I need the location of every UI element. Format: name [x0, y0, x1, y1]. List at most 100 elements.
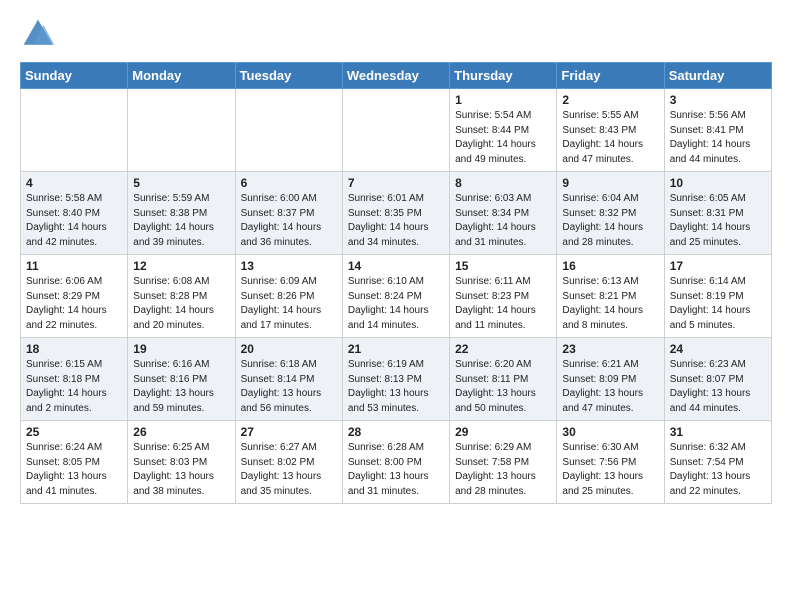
day-number: 21 — [348, 342, 444, 356]
day-info: Sunrise: 6:16 AM Sunset: 8:16 PM Dayligh… — [133, 358, 229, 416]
day-cell: 28Sunrise: 6:28 AM Sunset: 8:00 PM Dayli… — [342, 421, 449, 504]
day-number: 3 — [670, 93, 766, 107]
day-cell: 7 Sunrise: 6:01 AM Sunset: 8:35 PM Daylig… — [342, 172, 449, 255]
day-cell — [128, 89, 235, 172]
day-cell — [21, 89, 128, 172]
day-cell: 31 Sunrise: 6:32 AM Sunset: 7:54 PM Dayli… — [664, 421, 771, 504]
day-info: Sunrise: 5:54 AM Sunset: 8:44 PM Dayligh… — [455, 109, 551, 167]
week-row-3: 11 Sunrise: 6:06 AM Sunset: 8:29 PM Dayli… — [21, 255, 772, 338]
logo-icon — [20, 16, 56, 52]
day-number: 12 — [133, 259, 229, 273]
weekday-wednesday: Wednesday — [342, 63, 449, 89]
day-info: Sunrise: 6:21 AM Sunset: 8:09 PM Dayligh… — [562, 358, 658, 416]
day-cell: 2 Sunrise: 5:55 AM Sunset: 8:43 PM Daylig… — [557, 89, 664, 172]
day-number: 9 — [562, 176, 658, 190]
day-info: Sunrise: 6:14 AM Sunset: 8:19 PM Dayligh… — [670, 275, 766, 333]
day-info: Sunrise: 6:00 AM Sunset: 8:37 PM Dayligh… — [241, 192, 337, 250]
day-number: 24 — [670, 342, 766, 356]
day-cell: 10 Sunrise: 6:05 AM Sunset: 8:31 PM Dayli… — [664, 172, 771, 255]
day-info: Sunrise: 5:58 AM Sunset: 8:40 PM Dayligh… — [26, 192, 122, 250]
weekday-sunday: Sunday — [21, 63, 128, 89]
day-number: 17 — [670, 259, 766, 273]
day-number: 7 — [348, 176, 444, 190]
day-number: 5 — [133, 176, 229, 190]
day-info: Sunrise: 5:55 AM Sunset: 8:43 PM Dayligh… — [562, 109, 658, 167]
day-cell: 27 Sunrise: 6:27 AM Sunset: 8:02 PM Dayli… — [235, 421, 342, 504]
day-number: 26 — [133, 425, 229, 439]
day-number: 8 — [455, 176, 551, 190]
day-cell: 29 Sunrise: 6:29 AM Sunset: 7:58 PM Dayli… — [450, 421, 557, 504]
day-cell: 6 Sunrise: 6:00 AM Sunset: 8:37 PM Daylig… — [235, 172, 342, 255]
day-info: Sunrise: 6:05 AM Sunset: 8:31 PM Dayligh… — [670, 192, 766, 250]
day-number: 31 — [670, 425, 766, 439]
logo — [20, 16, 60, 52]
day-info: Sunrise: 6:11 AM Sunset: 8:23 PM Dayligh… — [455, 275, 551, 333]
week-row-1: 1 Sunrise: 5:54 AM Sunset: 8:44 PM Daylig… — [21, 89, 772, 172]
day-info: Sunrise: 6:03 AM Sunset: 8:34 PM Dayligh… — [455, 192, 551, 250]
day-cell: 24Sunrise: 6:23 AM Sunset: 8:07 PM Dayli… — [664, 338, 771, 421]
day-cell: 23 Sunrise: 6:21 AM Sunset: 8:09 PM Dayli… — [557, 338, 664, 421]
day-cell: 20 Sunrise: 6:18 AM Sunset: 8:14 PM Dayli… — [235, 338, 342, 421]
day-number: 15 — [455, 259, 551, 273]
day-cell: 13 Sunrise: 6:09 AM Sunset: 8:26 PM Dayli… — [235, 255, 342, 338]
day-info: Sunrise: 6:27 AM Sunset: 8:02 PM Dayligh… — [241, 441, 337, 499]
day-cell — [235, 89, 342, 172]
day-cell: 18 Sunrise: 6:15 AM Sunset: 8:18 PM Dayli… — [21, 338, 128, 421]
day-info: Sunrise: 6:01 AM Sunset: 8:35 PM Dayligh… — [348, 192, 444, 250]
day-number: 20 — [241, 342, 337, 356]
day-number: 22 — [455, 342, 551, 356]
day-info: Sunrise: 6:32 AM Sunset: 7:54 PM Dayligh… — [670, 441, 766, 499]
day-cell: 12 Sunrise: 6:08 AM Sunset: 8:28 PM Dayli… — [128, 255, 235, 338]
day-number: 18 — [26, 342, 122, 356]
weekday-saturday: Saturday — [664, 63, 771, 89]
day-cell: 5 Sunrise: 5:59 AM Sunset: 8:38 PM Daylig… — [128, 172, 235, 255]
day-number: 6 — [241, 176, 337, 190]
day-info: Sunrise: 6:15 AM Sunset: 8:18 PM Dayligh… — [26, 358, 122, 416]
weekday-tuesday: Tuesday — [235, 63, 342, 89]
weekday-thursday: Thursday — [450, 63, 557, 89]
day-number: 29 — [455, 425, 551, 439]
day-number: 2 — [562, 93, 658, 107]
day-cell: 17 Sunrise: 6:14 AM Sunset: 8:19 PM Dayli… — [664, 255, 771, 338]
day-info: Sunrise: 6:04 AM Sunset: 8:32 PM Dayligh… — [562, 192, 658, 250]
day-cell: 19 Sunrise: 6:16 AM Sunset: 8:16 PM Dayli… — [128, 338, 235, 421]
day-cell: 9 Sunrise: 6:04 AM Sunset: 8:32 PM Daylig… — [557, 172, 664, 255]
day-cell: 16Sunrise: 6:13 AM Sunset: 8:21 PM Dayli… — [557, 255, 664, 338]
day-info: Sunrise: 6:24 AM Sunset: 8:05 PM Dayligh… — [26, 441, 122, 499]
day-info: Sunrise: 6:09 AM Sunset: 8:26 PM Dayligh… — [241, 275, 337, 333]
day-info: Sunrise: 6:25 AM Sunset: 8:03 PM Dayligh… — [133, 441, 229, 499]
day-number: 28 — [348, 425, 444, 439]
day-cell: 1 Sunrise: 5:54 AM Sunset: 8:44 PM Daylig… — [450, 89, 557, 172]
day-number: 11 — [26, 259, 122, 273]
day-info: Sunrise: 6:08 AM Sunset: 8:28 PM Dayligh… — [133, 275, 229, 333]
day-info: Sunrise: 5:59 AM Sunset: 8:38 PM Dayligh… — [133, 192, 229, 250]
header — [20, 16, 772, 52]
day-cell: 30 Sunrise: 6:30 AM Sunset: 7:56 PM Dayli… — [557, 421, 664, 504]
day-cell: 14Sunrise: 6:10 AM Sunset: 8:24 PM Dayli… — [342, 255, 449, 338]
day-number: 10 — [670, 176, 766, 190]
week-row-4: 18 Sunrise: 6:15 AM Sunset: 8:18 PM Dayli… — [21, 338, 772, 421]
day-cell: 8 Sunrise: 6:03 AM Sunset: 8:34 PM Daylig… — [450, 172, 557, 255]
day-cell: 11 Sunrise: 6:06 AM Sunset: 8:29 PM Dayli… — [21, 255, 128, 338]
day-number: 30 — [562, 425, 658, 439]
day-number: 1 — [455, 93, 551, 107]
day-number: 4 — [26, 176, 122, 190]
day-cell: 3 Sunrise: 5:56 AM Sunset: 8:41 PM Daylig… — [664, 89, 771, 172]
day-info: Sunrise: 6:10 AM Sunset: 8:24 PM Dayligh… — [348, 275, 444, 333]
day-cell: 15 Sunrise: 6:11 AM Sunset: 8:23 PM Dayli… — [450, 255, 557, 338]
weekday-header-row: SundayMondayTuesdayWednesdayThursdayFrid… — [21, 63, 772, 89]
day-number: 13 — [241, 259, 337, 273]
weekday-monday: Monday — [128, 63, 235, 89]
day-number: 27 — [241, 425, 337, 439]
day-number: 19 — [133, 342, 229, 356]
day-cell: 21Sunrise: 6:19 AM Sunset: 8:13 PM Dayli… — [342, 338, 449, 421]
day-info: Sunrise: 6:29 AM Sunset: 7:58 PM Dayligh… — [455, 441, 551, 499]
week-row-5: 25 Sunrise: 6:24 AM Sunset: 8:05 PM Dayli… — [21, 421, 772, 504]
week-row-2: 4 Sunrise: 5:58 AM Sunset: 8:40 PM Daylig… — [21, 172, 772, 255]
day-number: 25 — [26, 425, 122, 439]
day-info: Sunrise: 5:56 AM Sunset: 8:41 PM Dayligh… — [670, 109, 766, 167]
day-info: Sunrise: 6:18 AM Sunset: 8:14 PM Dayligh… — [241, 358, 337, 416]
day-info: Sunrise: 6:06 AM Sunset: 8:29 PM Dayligh… — [26, 275, 122, 333]
day-info: Sunrise: 6:30 AM Sunset: 7:56 PM Dayligh… — [562, 441, 658, 499]
day-number: 23 — [562, 342, 658, 356]
